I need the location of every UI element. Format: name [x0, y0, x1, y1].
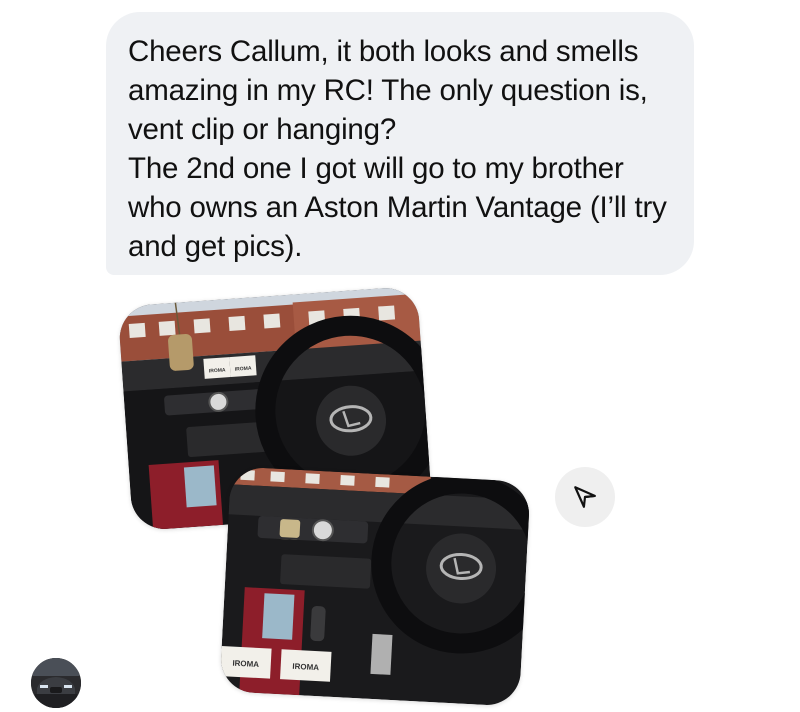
- message-thread: Cheers Callum, it both looks and smells …: [0, 0, 800, 712]
- product-label-2b: IROMA: [292, 662, 319, 672]
- product-label-1a: IROMA: [209, 367, 226, 374]
- car-interior-photo-2: IROMA IROMA: [219, 466, 531, 707]
- paper-plane-icon: [574, 486, 596, 508]
- avatar-car-image: [31, 658, 81, 708]
- product-label-2a: IROMA: [232, 659, 259, 669]
- sender-avatar[interactable]: [31, 658, 81, 708]
- product-label-1b: IROMA: [235, 366, 252, 373]
- share-button[interactable]: [555, 467, 615, 527]
- shared-photo-2[interactable]: IROMA IROMA: [219, 466, 531, 707]
- message-paragraph-2: The 2nd one I got will go to my brother …: [128, 152, 667, 263]
- message-paragraph-1: Cheers Callum, it both looks and smells …: [128, 35, 648, 146]
- received-message-bubble[interactable]: Cheers Callum, it both looks and smells …: [106, 12, 694, 275]
